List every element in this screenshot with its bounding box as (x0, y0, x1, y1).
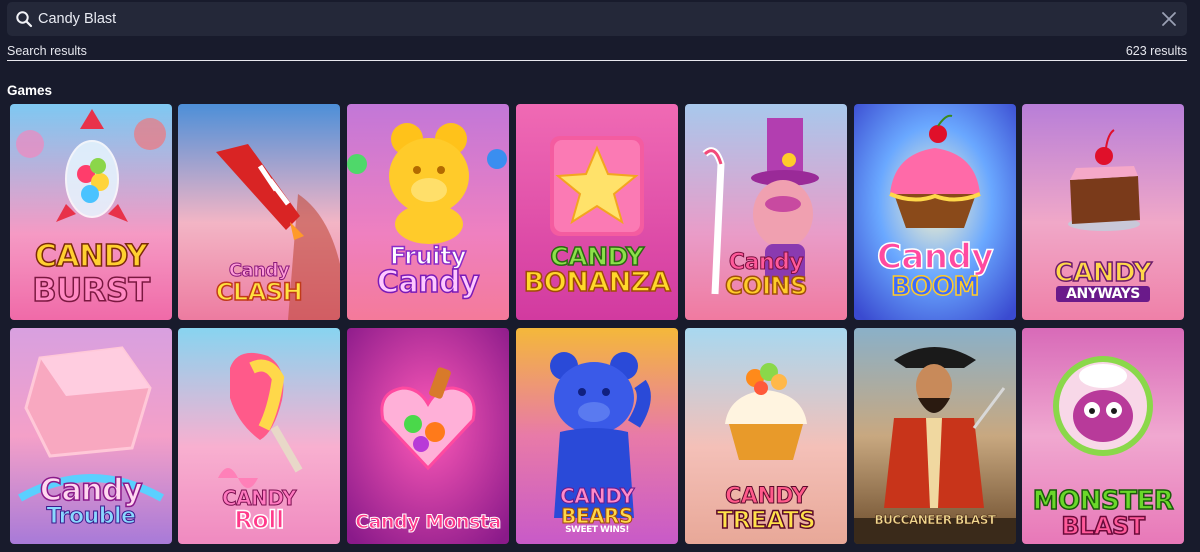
game-logo: Candy COINS (724, 250, 808, 300)
game-tile-candy-clash[interactable]: Candy CLASH (178, 104, 340, 320)
game-tile-candy-roll[interactable]: CANDY Roll (178, 328, 340, 544)
game-logo: CANDY BURST (32, 239, 151, 309)
game-logo: BUCCANEER BLAST (874, 513, 996, 527)
game-logo: Fruity Candy (376, 242, 480, 300)
game-tile-candy-bears[interactable]: CANDY BEARS SWEET WINS! (516, 328, 678, 544)
game-tile-candy-treats[interactable]: CANDY TREATS (685, 328, 847, 544)
game-tile-fruity-candy[interactable]: Fruity Candy (347, 104, 509, 320)
game-logo: CANDY BONANZA (523, 242, 672, 298)
close-icon[interactable] (1161, 11, 1177, 27)
game-tile-candy-bonanza[interactable]: CANDY BONANZA (516, 104, 678, 320)
game-logo: Candy Monsta (355, 511, 502, 533)
game-logo: Candy BOOM (876, 237, 994, 302)
game-tile-candy-anyways[interactable]: CANDY ANYWAYS (1022, 104, 1184, 320)
search-results-label: Search results (7, 44, 87, 58)
game-tile-candy-monsta[interactable]: Candy Monsta (347, 328, 509, 544)
game-logo: CANDY TREATS (716, 484, 817, 534)
search-results-count: 623 results (1125, 44, 1187, 58)
game-logo: Candy Trouble (39, 473, 143, 529)
game-tile-candy-coins[interactable]: Candy COINS (685, 104, 847, 320)
search-input[interactable] (38, 2, 1138, 36)
game-tile-candy-trouble[interactable]: Candy Trouble (10, 328, 172, 544)
game-tile-monster-blast[interactable]: MONSTER BLAST (1022, 328, 1184, 544)
game-tile-candy-boom[interactable]: Candy BOOM (854, 104, 1016, 320)
game-logo: CANDY BEARS SWEET WINS! (559, 484, 635, 535)
game-tile-candy-burst[interactable]: CANDY BURST (10, 104, 172, 320)
search-icon (16, 11, 33, 28)
game-logo: Candy CLASH (215, 260, 303, 306)
section-title-games: Games (7, 83, 53, 98)
game-logo: CANDY ANYWAYS (1054, 258, 1153, 302)
search-results-header: Search results 623 results (7, 43, 1187, 61)
game-logo: CANDY Roll (221, 486, 297, 534)
buccaneer-blast-artwork (854, 328, 1016, 544)
game-tile-buccaneer-blast[interactable]: BUCCANEER BLAST (854, 328, 1016, 544)
game-logo: MONSTER BLAST (1032, 486, 1174, 540)
search-bar (7, 2, 1187, 36)
